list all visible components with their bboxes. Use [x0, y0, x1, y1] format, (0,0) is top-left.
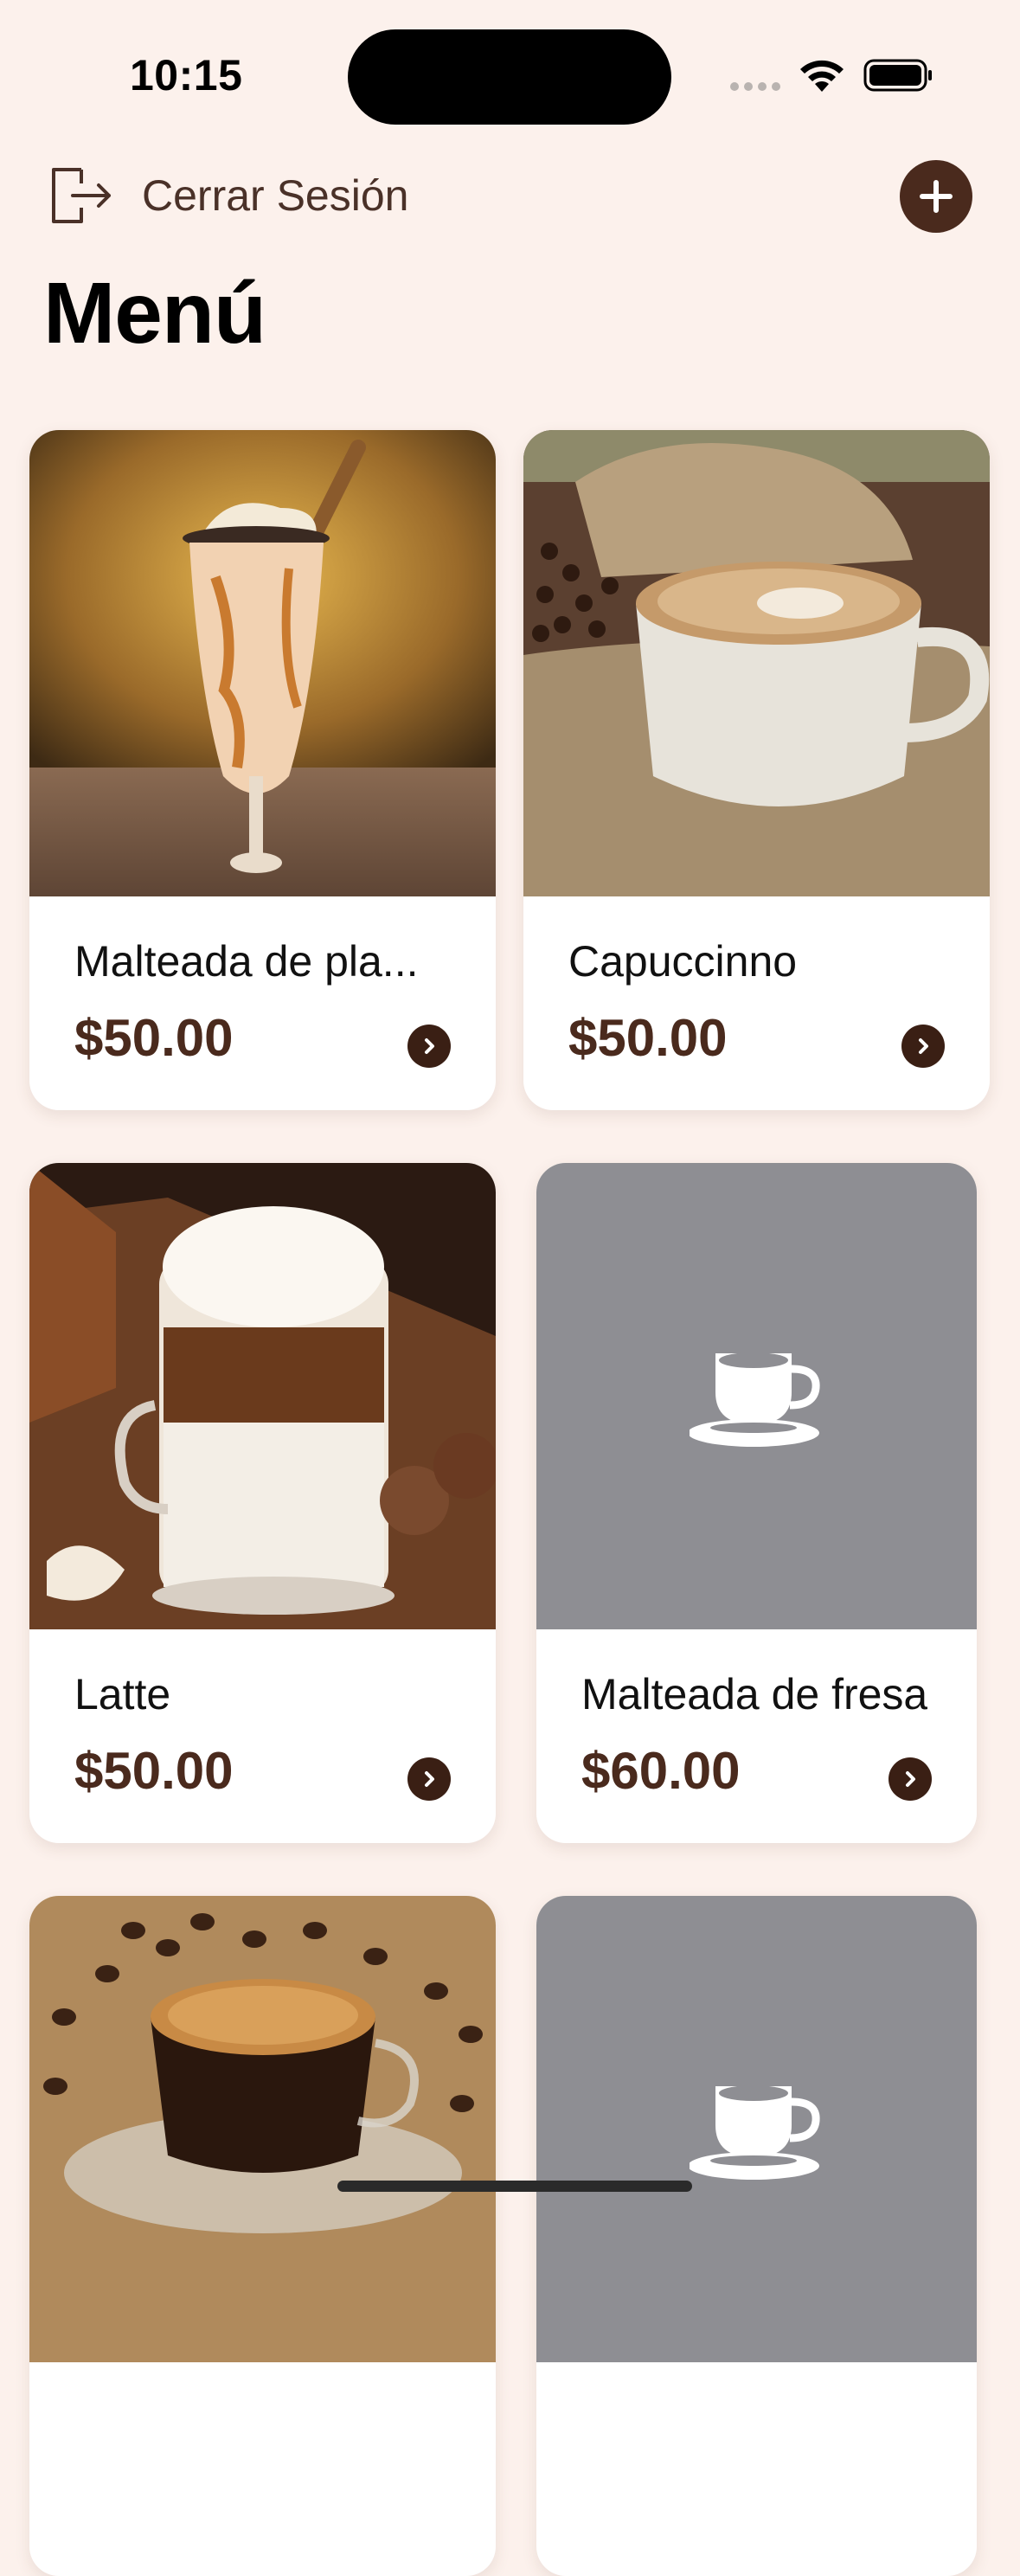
add-item-button[interactable]: [900, 160, 972, 233]
menu-item-card[interactable]: Malteada de pla... $50.00: [29, 430, 496, 1110]
cappuccino-photo: [523, 430, 990, 896]
item-price: $50.00: [74, 1742, 234, 1800]
logout-icon: [52, 168, 111, 223]
milkshake-photo: [29, 430, 496, 896]
item-name: Capuccinno: [568, 937, 798, 986]
cup-placeholder-icon: [689, 1352, 820, 1447]
item-price: $50.00: [568, 1009, 728, 1067]
item-name: Malteada de pla...: [74, 937, 419, 986]
logout-label: Cerrar Sesión: [142, 171, 409, 220]
home-indicator[interactable]: [337, 2181, 692, 2192]
menu-item-card[interactable]: Latte $50.00: [29, 1163, 496, 1843]
plus-icon: [920, 180, 953, 213]
menu-item-card[interactable]: [29, 1896, 496, 2576]
chevron-right-icon[interactable]: [407, 1025, 451, 1068]
battery-icon: [863, 59, 932, 92]
page-title: Menú: [43, 265, 266, 362]
item-price: $60.00: [581, 1742, 741, 1800]
chevron-right-icon[interactable]: [888, 1757, 932, 1801]
cellular-signal-icon: [730, 82, 780, 91]
chevron-right-icon[interactable]: [407, 1757, 451, 1801]
menu-item-card[interactable]: Capuccinno $50.00: [523, 430, 990, 1110]
menu-item-card[interactable]: Malteada de fresa $60.00: [536, 1163, 977, 1843]
image-placeholder: [536, 1896, 977, 2362]
menu-item-card[interactable]: [536, 1896, 977, 2576]
latte-photo: [29, 1163, 496, 1629]
item-price: $50.00: [74, 1009, 234, 1067]
dynamic-island: [348, 29, 671, 125]
item-name: Latte: [74, 1670, 171, 1718]
cup-placeholder-icon: [689, 2085, 820, 2180]
logout-button[interactable]: Cerrar Sesión: [47, 164, 408, 227]
status-time: 10:15: [130, 51, 243, 100]
chevron-right-icon[interactable]: [901, 1025, 945, 1068]
wifi-icon: [800, 60, 844, 92]
image-placeholder: [536, 1163, 977, 1629]
espresso-photo: [29, 1896, 496, 2362]
item-name: Malteada de fresa: [581, 1670, 928, 1718]
